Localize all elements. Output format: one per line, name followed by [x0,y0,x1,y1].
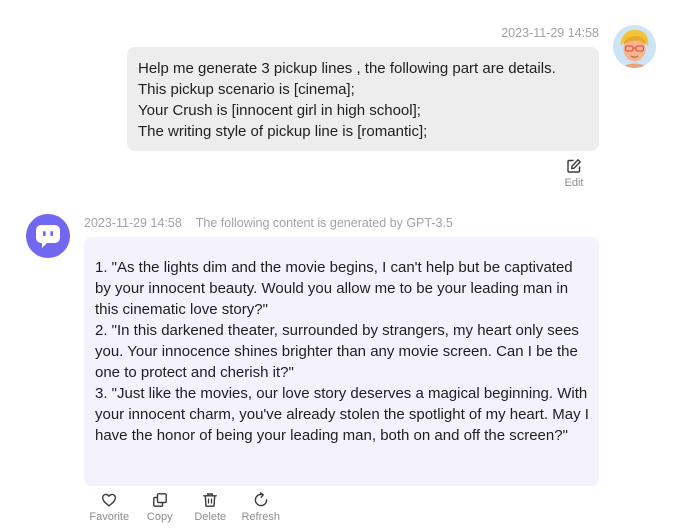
user-message-line: The writing style of pickup line is [rom… [138,123,428,140]
copy-icon [152,493,167,507]
favorite-button[interactable]: Favorite [84,492,135,523]
copy-label: Copy [146,511,173,523]
user-avatar[interactable] [613,25,656,68]
bot-message-timestamp: 2023-11-29 14:58 [84,216,182,230]
bot-message-bubble: 1. "As the lights dim and the movie begi… [84,237,599,486]
edit-icon [567,159,581,173]
trash-icon [203,493,218,507]
bot-message-meta: 2023-11-29 14:58 The following content is… [84,216,453,230]
pickup-line-2: 2. "In this darkened theater, surrounded… [95,322,579,381]
pickup-line-1: 1. "As the lights dim and the movie begi… [95,259,573,318]
delete-button[interactable]: Delete [185,492,236,523]
pickup-line-3: 3. "Just like the movies, our love story… [95,385,589,444]
edit-button[interactable]: Edit [559,158,589,189]
copy-button[interactable]: Copy [135,492,186,523]
delete-label: Delete [194,511,227,523]
chat-page: 2023-11-29 14:58 Help me generate 3 pick… [0,0,677,530]
user-message-line: This pickup scenario is [cinema]; [138,81,355,98]
favorite-label: Favorite [89,511,130,523]
user-message-line: Help me generate 3 pickup lines , the fo… [138,60,556,77]
user-message-timestamp: 2023-11-29 14:58 [501,26,599,40]
robot-icon [36,225,60,248]
user-message-bubble: Help me generate 3 pickup lines , the fo… [127,47,599,151]
generated-by-note: The following content is generated by GP… [195,216,453,230]
user-avatar-image [613,25,656,68]
refresh-icon [254,492,268,507]
refresh-button[interactable]: Refresh [236,492,287,523]
message-actions: Favorite Copy Delete Refresh [84,492,286,523]
edit-label: Edit [564,177,584,189]
heart-icon [102,493,117,507]
refresh-label: Refresh [241,511,281,523]
bot-avatar [26,214,70,258]
user-message-line: Your Crush is [innocent girl in high sch… [138,102,421,119]
